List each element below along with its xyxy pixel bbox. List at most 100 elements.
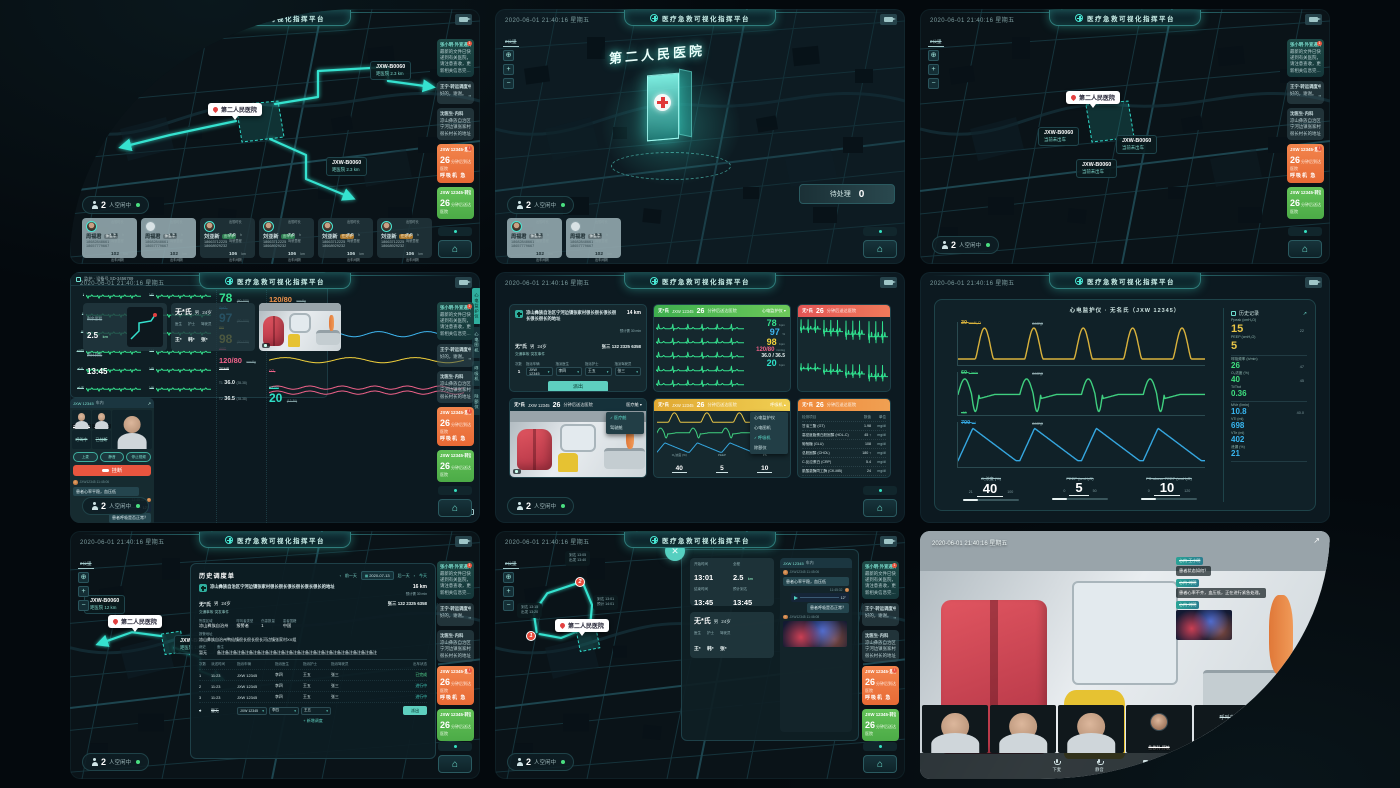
- lab-row[interactable]: 总胆固醇 (CHOL)180 ↑mg/dl: [802, 449, 886, 458]
- screen-ventilator-detail[interactable]: 2020-06-01 21:40:16 星期五 医疗急救可视化指挥平台 心电监护…: [920, 272, 1330, 523]
- sidebar-collapse-button[interactable]: [438, 227, 472, 236]
- lab-row[interactable]: 甘油三酯 (GT)1.98mg/dl: [802, 422, 886, 431]
- stop-video-button[interactable]: 停止视频: [1138, 759, 1155, 774]
- home-button[interactable]: ⌂: [863, 499, 897, 517]
- lab-row[interactable]: 葡萄糖 (GLU)108mg/dl: [802, 440, 886, 449]
- menu-item[interactable]: 医疗舱: [606, 413, 644, 423]
- sidebar-collapse-button[interactable]: [438, 486, 472, 495]
- device-dropdown[interactable]: 心电监护仪: [762, 308, 786, 314]
- home-button[interactable]: ⌂: [438, 240, 472, 258]
- crew-card[interactable]: 周福君休息中 18682848661 18657779667 出勤时长6.3 h…: [82, 218, 137, 258]
- next-day-icon[interactable]: ›: [414, 573, 415, 578]
- vehicle-select[interactable]: JXW 12345: [526, 367, 553, 376]
- crew-card[interactable]: 周福君休息中 1868284866118657779667 出勤时长6.3 h …: [507, 218, 562, 258]
- locate-button[interactable]: ⊕: [503, 572, 514, 583]
- idle-pill-holder[interactable]: 2 人空闲中: [507, 497, 574, 515]
- doctor-select[interactable]: 李四: [556, 367, 583, 376]
- idle-pill-holder[interactable]: 2 人空闲中: [82, 497, 149, 515]
- hospital-3d-model[interactable]: 第二人民医院: [591, 36, 751, 186]
- vehicle-select[interactable]: JXW 12345: [237, 707, 267, 715]
- sidebar-collapse-button[interactable]: [863, 227, 897, 236]
- slider-track[interactable]: [1052, 498, 1108, 500]
- lab-results-card[interactable]: 无*氏 26分钟后送达医院 检测项目数值单位 甘油三酯 (GT)1.98mg/d…: [797, 398, 891, 478]
- vehicle-tag[interactable]: JXW-B0060距医院 2.3 km: [326, 157, 367, 176]
- dispatch-form-card[interactable]: 凉山彝族自治区宁河边镇张家村很长很长很长很长很长很长的地址 14 km预计需 3…: [509, 304, 647, 392]
- alert-card-transfer[interactable]: JXW 12345·转运 26分钟后送达医院: [437, 187, 474, 219]
- screen-trip-detail[interactable]: 1 2 到达 13:05出发 13:40 到达 13:15出发 13:20 到达…: [495, 531, 905, 779]
- expand-icon[interactable]: ↗: [1313, 536, 1320, 545]
- locate-button[interactable]: ⊕: [503, 50, 514, 61]
- screen-hospital-3d[interactable]: 第二人民医院 2公里 ⊕ + − 待处理 0 2020-06-01 21:40:…: [495, 9, 905, 264]
- vent-setting-slider[interactable]: PEEP (cmH₂O) 0550: [1040, 476, 1120, 504]
- vehicle-tag[interactable]: JXW-B0060距医院 2.3 km: [370, 61, 411, 80]
- lab-row[interactable]: 肌酸激酶同工酶 (CK-MB)24mg/dl: [802, 467, 886, 476]
- chat-message[interactable]: 患者心率不齐，血压低，正在进行紧急处理。: [1176, 588, 1266, 598]
- locate-button[interactable]: ⊕: [928, 50, 939, 61]
- home-button[interactable]: ⌂: [863, 755, 897, 773]
- idle-pill-holder[interactable]: 2 人空闲中: [82, 196, 149, 214]
- slider-track[interactable]: [1141, 498, 1197, 500]
- menu-item[interactable]: 驾驶舱: [606, 423, 644, 433]
- hospital-pin[interactable]: 第二人民医院: [555, 619, 609, 632]
- doctor-select[interactable]: 李四: [269, 707, 299, 715]
- participant-video[interactable]: 车内-刘明: [92, 410, 111, 429]
- message-card[interactable]: 王宁·转运调度中… 好的，谢谢。: [437, 603, 474, 626]
- participant-calling[interactable]: 呼叫中急救科-王小明: [1194, 705, 1260, 753]
- idle-status-pill[interactable]: 2 人空闲中: [932, 236, 999, 254]
- expand-icon[interactable]: ↗: [1303, 311, 1307, 317]
- chat-message[interactable]: 患者心率平稳，血压低: [783, 577, 849, 586]
- mic-down-button[interactable]: 下麦: [1053, 759, 1062, 774]
- hospital-pin[interactable]: 第二人民医院: [1066, 91, 1120, 104]
- route-minimap[interactable]: [127, 307, 163, 347]
- chat-message[interactable]: 患者状态如何？: [1176, 566, 1211, 576]
- crew-card[interactable]: 刘亚新任务中 18663712225 18668929232 出勤时长7.0 h…: [377, 218, 432, 258]
- zoom-out-button[interactable]: −: [503, 600, 514, 611]
- patient-card[interactable]: 无*氏男24岁 医生王* 护士韩* 驾驶员张*: [690, 612, 774, 658]
- screen-dispatch-history[interactable]: 第二人民医院 JXW-B0060距医院 12 km JXW-B0060距医院 1…: [70, 531, 480, 779]
- video-wall-button[interactable]: [1305, 14, 1322, 25]
- crew-card[interactable]: 周福君休息中 18682848661 18657779667 出勤时长6.3 h…: [141, 218, 196, 258]
- self-video[interactable]: [112, 410, 152, 449]
- video-wall-button[interactable]: [455, 536, 472, 547]
- chat-message[interactable]: 患者呼吸是否正常？: [807, 603, 849, 612]
- alert-card-transfer[interactable]: JXW 12345·转运 26分钟后送达医院: [862, 709, 899, 741]
- message-card[interactable]: 张小明·外宣通知 1 最新的文件已快递到有关医院，请注意查收，更新相关信息完…: [437, 39, 474, 77]
- alert-card-transfer[interactable]: JXW 12345·转运 26分钟后送达医院: [437, 709, 474, 741]
- nurse-select[interactable]: 王五: [301, 707, 331, 715]
- alert-card-emergency[interactable]: JXW 12345·急诊 ! 26分钟后到达医院 呼吸机 急: [437, 666, 474, 705]
- alert-card-emergency[interactable]: JXW 12345·急诊 ! 26分钟后到达医院 呼吸机 急: [437, 407, 474, 446]
- zoom-in-button[interactable]: +: [928, 64, 939, 75]
- lab-row[interactable]: C-反应蛋白 (CRP)5.4mg/dl: [802, 458, 886, 467]
- participant-video[interactable]: 车内-刘明: [922, 705, 988, 753]
- cabin-dropdown[interactable]: 医疗舱: [626, 402, 642, 408]
- participant-avatar[interactable]: 急救科-郑敏: [1126, 705, 1192, 753]
- crew-card[interactable]: 刘亚新任务中 18663712225 18668929232 出勤时长7.0 h…: [318, 218, 373, 258]
- prev-day[interactable]: 前一天: [345, 573, 357, 579]
- participant-calling[interactable]: 呼叫中: [72, 430, 91, 449]
- zoom-out-button[interactable]: −: [78, 600, 89, 611]
- dispatch-button[interactable]: 派出: [548, 381, 608, 392]
- pending-tasks-button[interactable]: 待处理 0: [799, 184, 895, 204]
- dispatch-row[interactable]: 111:23JXW 12345李四王五张三已完成: [199, 670, 427, 681]
- dispatch-button[interactable]: 派出: [403, 706, 427, 715]
- sidebar-collapse-button[interactable]: [863, 486, 897, 495]
- crew-card[interactable]: 刘亚新出车中 18663712225 18668929232 出勤时长7.0 h…: [200, 218, 255, 258]
- vent-setting-slider[interactable]: PS above PEEP (cmH₂O) 010120: [1129, 476, 1209, 504]
- alert-card-transfer[interactable]: JXW 12345·转运 26分钟后送达医院: [1287, 187, 1324, 219]
- screen-dispatch-dashboard[interactable]: 2020-06-01 21:40:16 星期五 医疗急救可视化指挥平台 凉山彝族…: [495, 272, 905, 523]
- screen-video-call[interactable]: 2020-06-01 21:40:16 星期五 ↗ 心内·王小明患者状态如何？ …: [920, 531, 1330, 779]
- crew-card[interactable]: 刘亚新出车中 18663712225 18668929232 出勤时长7.0 h…: [259, 218, 314, 258]
- cabin-video-card[interactable]: 无*氏JXW 12345 26分钟后送达医院 医疗舱 医疗舱 驾驶舱: [509, 398, 647, 478]
- photo-message[interactable]: [1176, 610, 1232, 640]
- message-card[interactable]: 张小明·外宣通知 1 最新的文件已快递到有关医院，请注意查收，更新相关信息完…: [862, 561, 899, 599]
- vent-setting[interactable]: PS10: [757, 453, 772, 475]
- menu-item[interactable]: 呼吸机: [750, 433, 788, 443]
- idle-status-pill[interactable]: 2 人空闲中: [507, 196, 574, 214]
- alert-card-emergency[interactable]: JXW 12345·急诊 ! 26分钟后到达医院 呼吸机 急: [1287, 144, 1324, 183]
- nurse-select[interactable]: 王五: [585, 367, 612, 376]
- screen-patient-monitor[interactable]: 2020-06-01 21:40:16 星期五 医疗急救可视化指挥平台 剩余里程…: [70, 272, 480, 523]
- video-wall-button[interactable]: [1305, 277, 1322, 288]
- message-card[interactable]: 王宁·转运调度中… 好的，谢谢。: [862, 603, 899, 626]
- zoom-in-button[interactable]: +: [503, 586, 514, 597]
- vent-setting-slider[interactable]: O₂浓度 (%) 2140100: [951, 476, 1031, 504]
